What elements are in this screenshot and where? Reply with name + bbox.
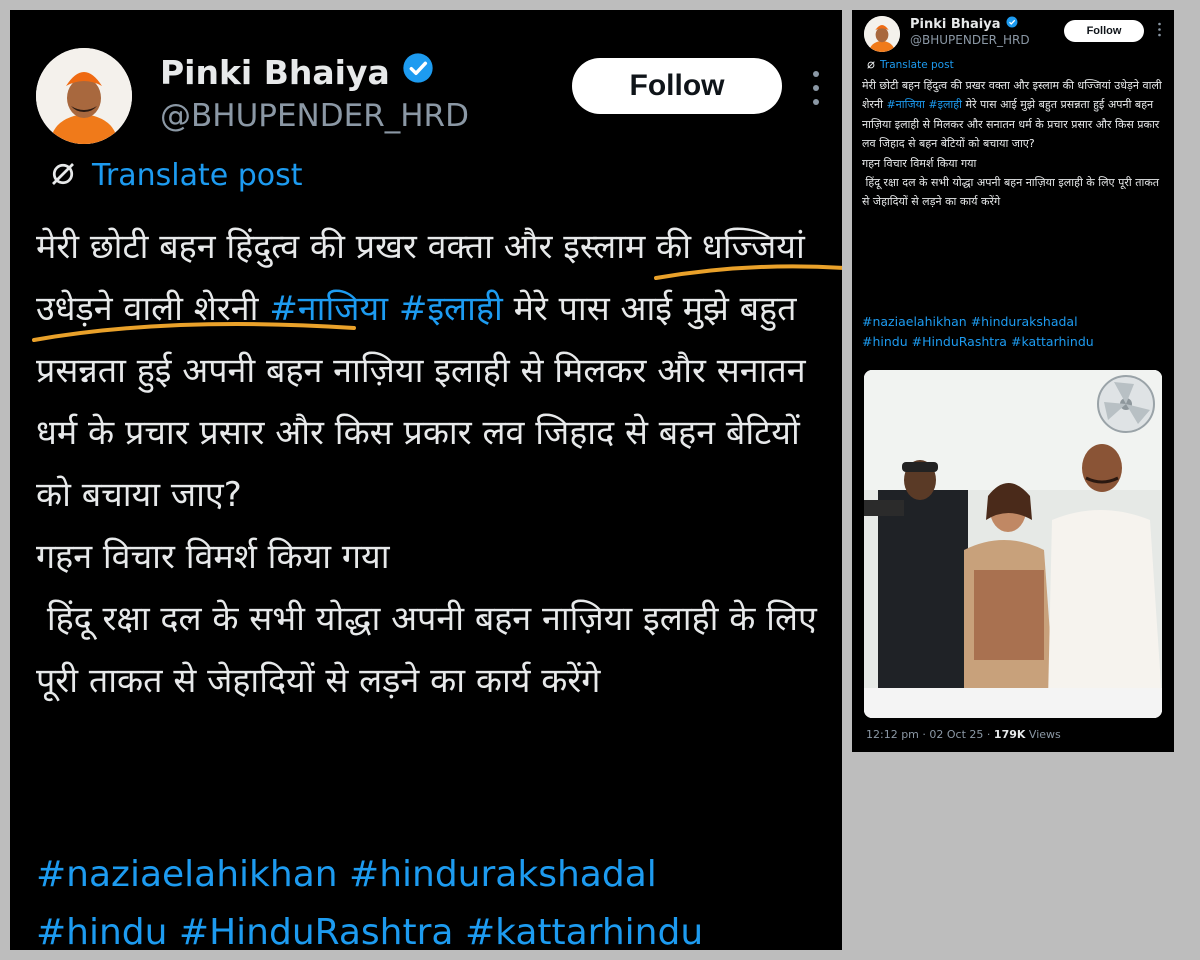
author-name-small[interactable]: Pinki Bhaiya	[910, 17, 1001, 32]
post-body-main-small: मेरे पास आई मुझे बहुत प्रसन्नता हुई अपनी…	[862, 98, 1160, 209]
author-handle[interactable]: @BHUPENDER_HRD	[160, 98, 469, 134]
author-avatar[interactable]	[36, 48, 132, 144]
hashtag-nazia[interactable]: #नाजिया	[269, 289, 388, 329]
post-body-main: मेरे पास आई मुझे बहुत प्रसन्नता हुई अपनी…	[36, 289, 817, 701]
follow-button-small[interactable]: Follow	[1064, 20, 1144, 42]
hashtag-link[interactable]: #naziaelahikhan	[862, 314, 967, 329]
follow-button[interactable]: Follow	[572, 58, 782, 114]
translate-post-label-small: Translate post	[880, 58, 954, 71]
post-photo[interactable]	[864, 370, 1162, 718]
post-body-small: मेरी छोटी बहन हिंदुत्व की प्रखर वक्ता और…	[862, 76, 1168, 212]
author-name[interactable]: Pinki Bhaiya	[160, 53, 390, 92]
verified-badge-icon	[1006, 16, 1018, 32]
hashtag-nazia-small[interactable]: #नाजिया	[886, 98, 924, 111]
hashtag-link[interactable]: #hindu	[862, 334, 908, 349]
post-hashtags: #naziaelahikhan #hindurakshadal #hindu #H…	[36, 846, 836, 950]
post-date: 02 Oct 25	[929, 728, 984, 741]
translate-globe-icon	[866, 55, 876, 74]
hashtag-elahi[interactable]: #इलाही	[399, 289, 503, 329]
hashtag-elahi-small[interactable]: #इलाही	[928, 98, 962, 111]
hashtag-link[interactable]: #HinduRashtra	[179, 912, 454, 950]
hashtag-link[interactable]: #hindurakshadal	[971, 314, 1078, 329]
post-time: 12:12 pm	[866, 728, 919, 741]
views-count[interactable]: 179K	[994, 728, 1026, 741]
author-name-row-small[interactable]: Pinki Bhaiya	[910, 16, 1018, 32]
views-label: Views	[1028, 728, 1061, 741]
person-left	[864, 460, 968, 718]
post-meta: 12:12 pm · 02 Oct 25 · 179K Views	[866, 728, 1061, 741]
translate-post-label: Translate post	[92, 158, 303, 193]
translate-globe-icon	[48, 159, 78, 193]
hashtag-link[interactable]: #kattarhindu	[1011, 334, 1094, 349]
author-name-row[interactable]: Pinki Bhaiya	[160, 52, 434, 92]
post-hashtags-small: #naziaelahikhan #hindurakshadal #hindu #H…	[862, 312, 1168, 352]
original-tweet-card: Pinki Bhaiya @BHUPENDER_HRD Follow Trans…	[852, 10, 1174, 752]
zoomed-post-card: Pinki Bhaiya @BHUPENDER_HRD Follow Trans…	[10, 10, 842, 950]
verified-badge-icon	[402, 52, 434, 92]
more-options-icon[interactable]	[812, 68, 820, 108]
hashtag-link[interactable]: #naziaelahikhan	[36, 854, 338, 895]
author-handle-small[interactable]: @BHUPENDER_HRD	[910, 33, 1030, 47]
post-body: मेरी छोटी बहन हिंदुत्व की प्रखर वक्ता और…	[36, 216, 836, 712]
translate-post-link-small[interactable]: Translate post	[866, 55, 954, 74]
hashtag-link[interactable]: #HinduRashtra	[912, 334, 1007, 349]
hashtag-link[interactable]: #hindu	[36, 912, 167, 950]
wall-fan-graphic	[1097, 375, 1155, 433]
hashtag-link[interactable]: #hindurakshadal	[349, 854, 657, 895]
more-options-icon[interactable]	[1158, 22, 1161, 37]
author-avatar-small[interactable]	[864, 16, 900, 52]
hashtag-link[interactable]: #kattarhindu	[465, 912, 703, 950]
translate-post-link[interactable]: Translate post	[48, 158, 303, 193]
